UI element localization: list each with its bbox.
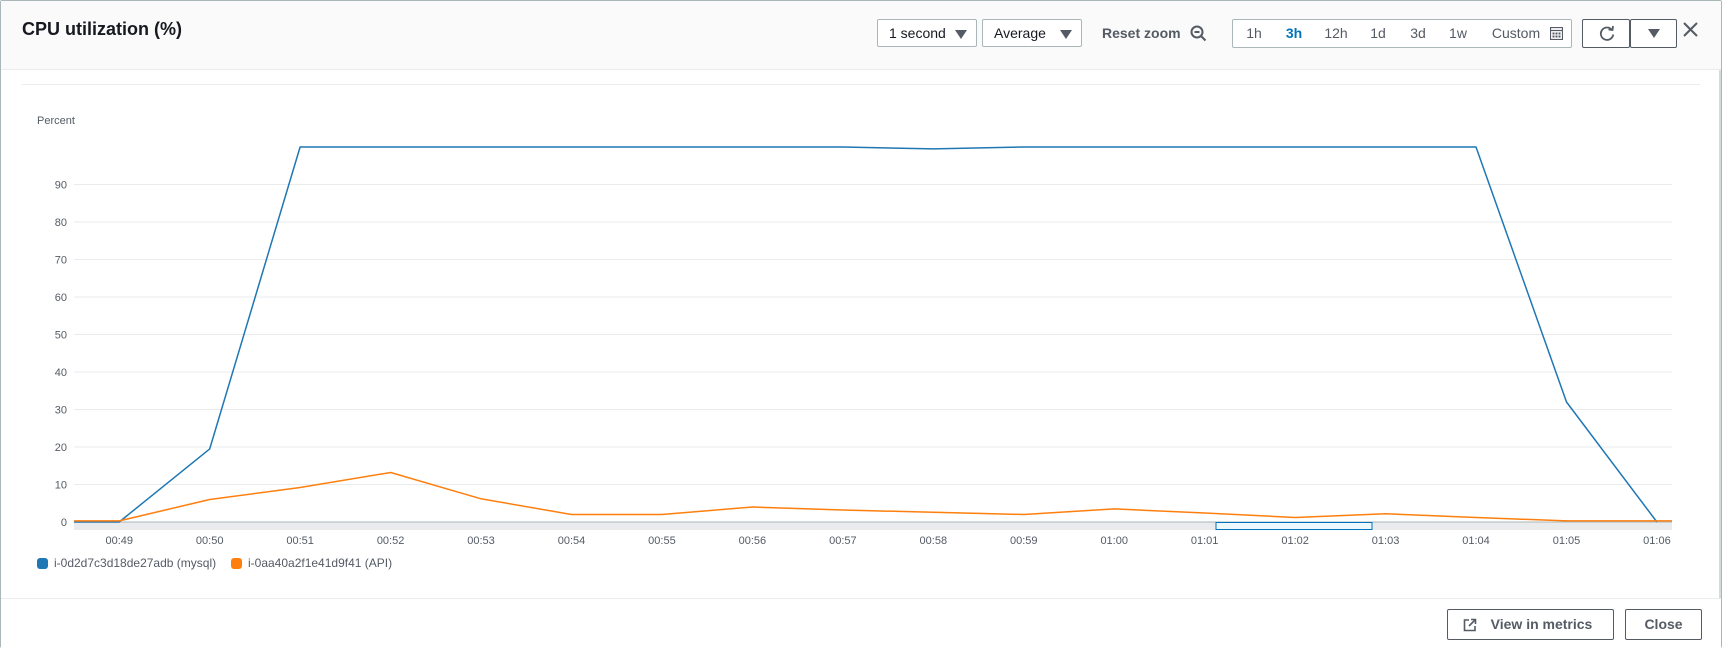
zoom-out-icon (1190, 25, 1206, 42)
x-tick-label: 01:05 (1553, 535, 1581, 547)
y-tick-label: 30 (55, 405, 67, 417)
x-axis-band (74, 522, 1672, 530)
legend-swatch (231, 558, 242, 569)
cpu-utilization-modal: CPU utilization (%) 1 second Average Res… (0, 0, 1724, 650)
time-range-3h[interactable]: 3h (1283, 20, 1305, 47)
x-tick-label: 01:06 (1643, 535, 1671, 547)
view-in-metrics-button[interactable]: View in metrics (1447, 609, 1614, 640)
time-range-1w[interactable]: 1w (1446, 20, 1470, 47)
close-button[interactable]: Close (1625, 609, 1702, 640)
close-icon[interactable] (1682, 21, 1699, 38)
time-range-group: 1h 3h 12h 1d 3d 1w Custom (1232, 19, 1572, 48)
legend-swatch (37, 558, 48, 569)
x-tick-label: 01:03 (1372, 535, 1400, 547)
y-tick-label: 10 (55, 480, 67, 492)
refresh-icon (1599, 25, 1615, 41)
period-select[interactable]: 1 second (877, 19, 977, 47)
chevron-down-icon (1060, 30, 1072, 39)
x-tick-label: 00:51 (286, 535, 314, 547)
y-tick-label: 80 (55, 217, 67, 229)
y-tick-label: 90 (55, 180, 67, 192)
chevron-down-icon (955, 30, 967, 39)
modal-footer: View in metrics Close (1, 598, 1721, 650)
x-tick-label: 01:02 (1281, 535, 1309, 547)
time-range-1h[interactable]: 1h (1243, 20, 1265, 47)
calendar-icon[interactable] (1550, 27, 1563, 40)
cpu-line-chart[interactable]: Percent 0 10 20 30 40 50 60 70 80 90 00:49 00:50 00:5… (1, 97, 1724, 547)
modal-title: CPU utilization (%) (22, 19, 182, 39)
x-tick-label: 00:50 (196, 535, 224, 547)
statistic-select[interactable]: Average (982, 19, 1082, 47)
refresh-button[interactable] (1582, 19, 1630, 48)
time-range-3d[interactable]: 3d (1407, 20, 1429, 47)
external-link-icon (1463, 618, 1477, 632)
content-divider (22, 84, 1700, 85)
caret-down-icon (1648, 29, 1660, 38)
view-in-metrics-label: View in metrics (1490, 616, 1593, 632)
series-line-1 (74, 471, 1672, 522)
time-range-1d[interactable]: 1d (1367, 20, 1389, 47)
x-tick-label: 00:52 (377, 535, 405, 547)
statistic-select-value: Average (994, 25, 1046, 41)
x-tick-label: 00:53 (467, 535, 495, 547)
y-tick-label: 50 (55, 330, 67, 342)
x-tick-label: 00:58 (920, 535, 948, 547)
y-tick-label: 60 (55, 292, 67, 304)
x-tick-label: 00:57 (829, 535, 857, 547)
x-tick-label: 01:00 (1100, 535, 1128, 547)
x-tick-label: 00:54 (558, 535, 586, 547)
reset-zoom-label: Reset zoom (1102, 25, 1181, 41)
modal-header: CPU utilization (%) 1 second Average Res… (1, 1, 1721, 70)
y-axis-label: Percent (37, 115, 75, 127)
y-tick-label: 40 (55, 367, 67, 379)
time-range-12h[interactable]: 12h (1321, 20, 1351, 47)
y-tick-label: 20 (55, 442, 67, 454)
x-tick-label: 00:49 (105, 535, 133, 547)
x-tick-label: 00:55 (648, 535, 676, 547)
reset-zoom-button[interactable]: Reset zoom (1102, 19, 1206, 47)
y-tick-label: 0 (61, 517, 67, 529)
y-tick-label: 70 (55, 255, 67, 267)
legend-label: i-0aa40a2f1e41d9f41 (API) (248, 556, 393, 570)
x-tick-label: 01:04 (1462, 535, 1490, 547)
x-tick-label: 00:56 (739, 535, 767, 547)
period-select-value: 1 second (889, 25, 946, 41)
x-tick-label: 00:59 (1010, 535, 1038, 547)
time-range-custom[interactable]: Custom (1489, 20, 1543, 47)
more-actions-dropdown[interactable] (1630, 19, 1677, 48)
legend-label: i-0d2d7c3d18de27adb (mysql) (54, 556, 217, 570)
x-tick-label: 01:01 (1191, 535, 1219, 547)
close-button-label: Close (1644, 616, 1683, 632)
zoom-brush (1215, 522, 1373, 530)
